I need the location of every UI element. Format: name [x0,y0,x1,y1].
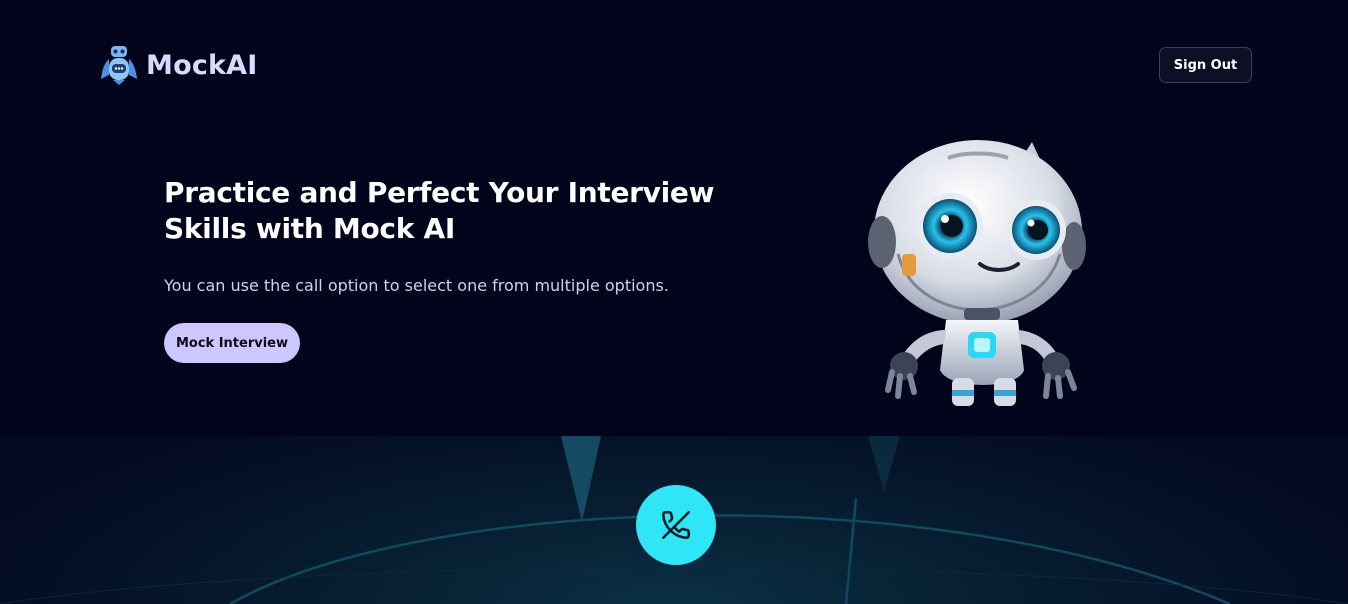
brand-name: MockAI [146,49,258,81]
hero-title: Practice and Perfect Your Interview Skil… [164,176,715,245]
robot-logo-icon [101,46,137,85]
sign-out-button[interactable]: Sign Out [1159,47,1252,83]
brand[interactable]: MockAI [100,44,258,86]
mock-interview-button[interactable]: Mock Interview [164,323,300,363]
phone-off-icon [661,510,691,540]
navbar: MockAI Sign Out [0,0,1348,130]
call-button[interactable] [636,485,716,565]
hero-subtitle: You can use the call option to select on… [164,276,669,295]
robot-illustration [868,140,1086,406]
